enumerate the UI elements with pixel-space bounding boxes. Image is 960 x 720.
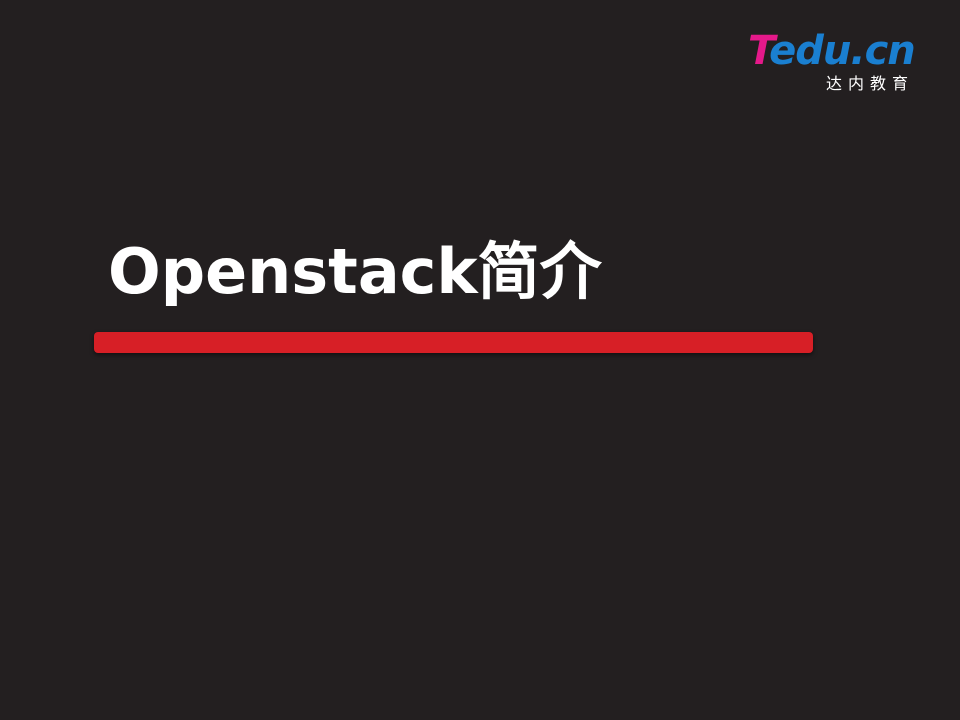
logo-letter-t: T [748, 28, 770, 74]
logo-wordmark: Tedu.cn [748, 28, 916, 74]
logo-subtitle: 达内教育 [826, 74, 915, 93]
slide-title: Openstack简介 [108, 235, 602, 308]
logo-domain: edu.cn [769, 28, 916, 74]
tedu-logo: Tedu.cn 达内教育 [748, 28, 938, 98]
slide: Tedu.cn 达内教育 Openstack简介 [0, 0, 960, 720]
title-accent-bar [94, 332, 813, 353]
